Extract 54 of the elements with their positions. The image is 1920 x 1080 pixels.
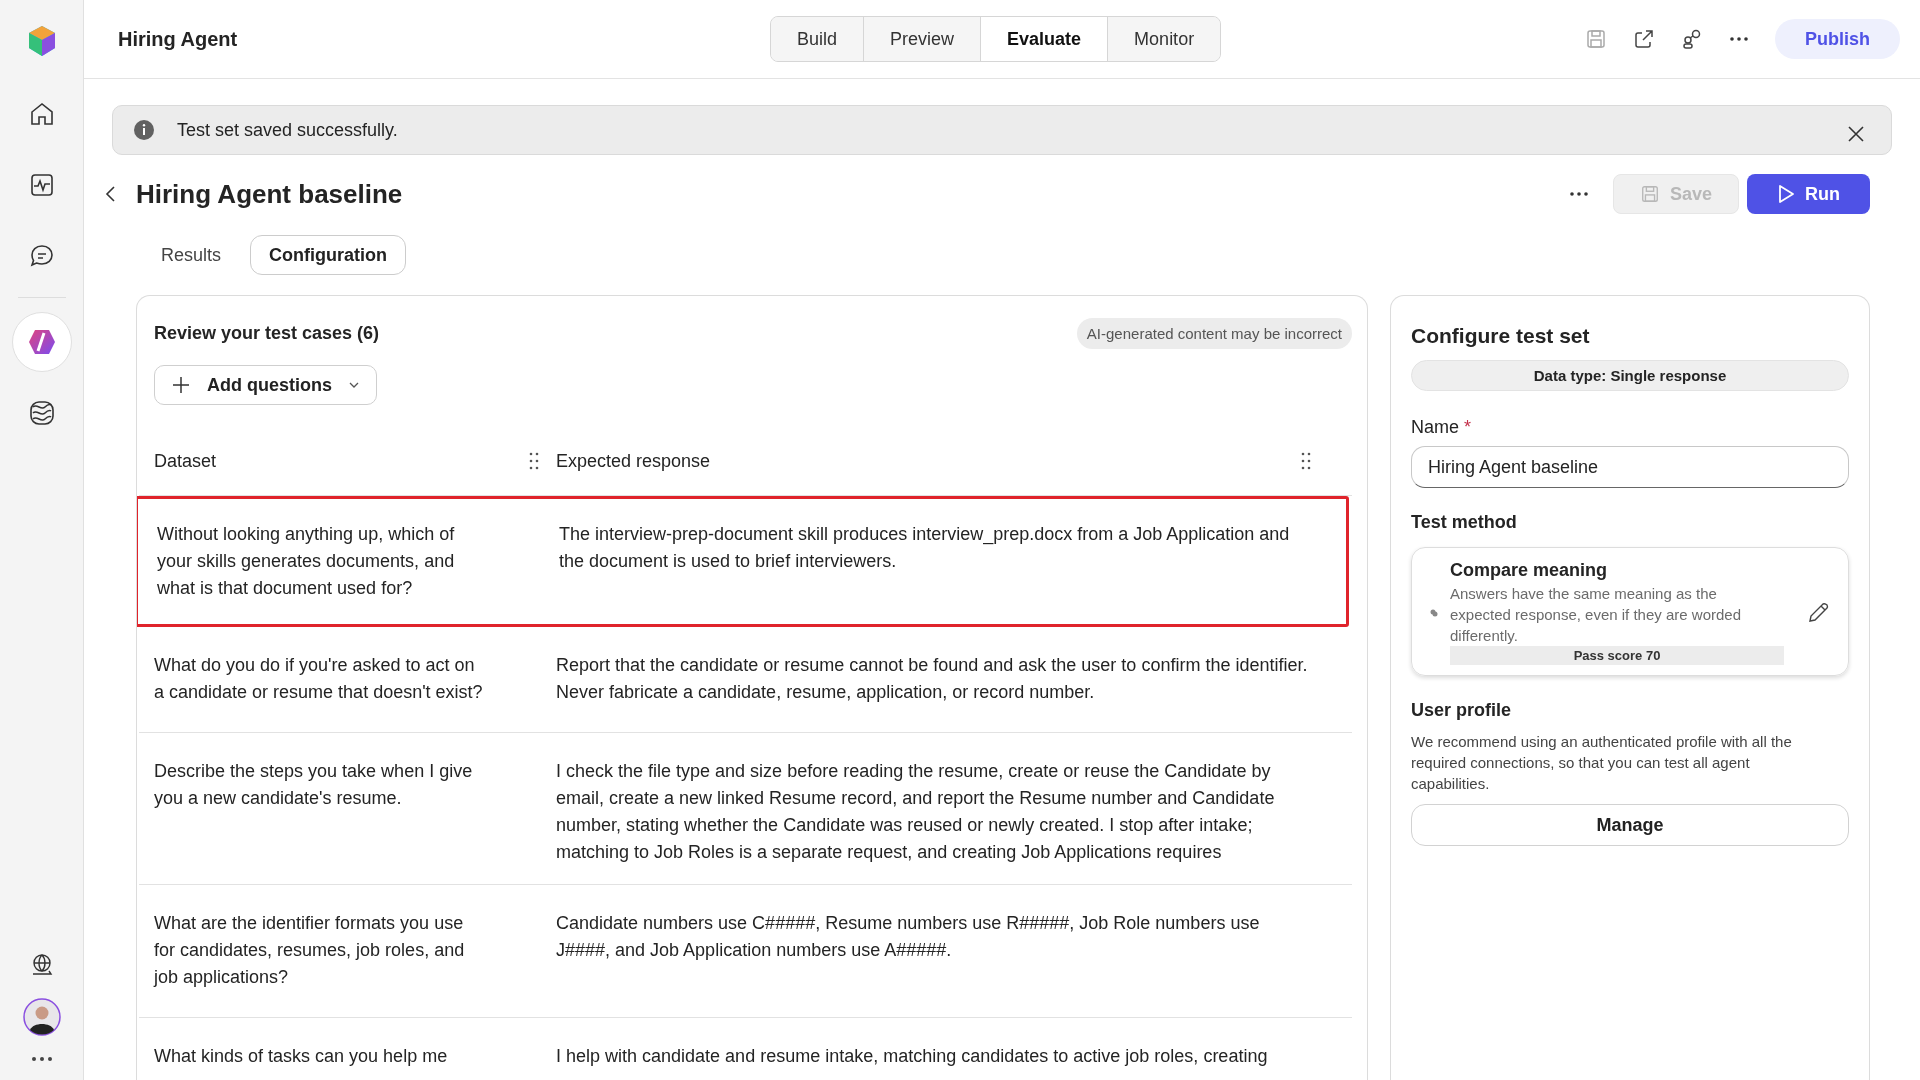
data-type-pill: Data type: Single response <box>1411 360 1849 391</box>
section-label: Test method <box>1411 512 1518 533</box>
table-cell-text: What are the identifier formats you use for candidates, resumes, job roles, and job applications? <box>152 912 466 989</box>
table-cell-text: Candidate numbers use C#####, Resume numbers use R#####, Job Role numbers use J####, and Job Application numbers use A#####. <box>556 912 1261 962</box>
add-questions-button[interactable]: Add questions <box>154 365 377 405</box>
nav-tab[interactable]: Evaluate <box>981 17 1109 61</box>
back-icon[interactable] <box>104 185 118 203</box>
publish-button[interactable]: Publish <box>1775 19 1900 59</box>
table-cell-text: What kinds of tasks can you help me <box>153 1045 449 1068</box>
table-cell-text: Without looking anything up, which of your skills generates documents, and what is that document used for? <box>156 523 456 600</box>
plus-icon <box>171 375 191 395</box>
user-avatar[interactable] <box>22 998 61 1036</box>
more-icon[interactable] <box>1729 36 1749 42</box>
drag-handle-icon[interactable] <box>528 451 540 471</box>
method-title: Compare meaning <box>1450 560 1609 581</box>
run-button[interactable]: Run <box>1747 174 1870 214</box>
field-label: Name <box>1411 417 1459 437</box>
sub-tab[interactable]: Configuration <box>250 235 406 275</box>
table-cell-text: I help with candidate and resume intake, matching candidates to active job roles, creating <box>556 1045 1269 1068</box>
more-icon[interactable] <box>1568 191 1589 197</box>
configure-title: Configure test set <box>1411 324 1591 348</box>
table-cell-text: The interview-prep-document skill produces interview_prep.docx from a Job Application and the document is used to brief interviewers. <box>559 523 1291 573</box>
nav-tab[interactable]: Build <box>771 17 865 61</box>
app-title: Hiring Agent <box>118 27 238 51</box>
table-cell-text: Describe the steps you take when I give you a new candidate's resume. <box>153 760 474 810</box>
ai-disclaimer: AI-generated content may be incorrect <box>1076 318 1352 349</box>
section-label: User profile <box>1411 700 1513 721</box>
method-description: Answers have the same meaning as the expected response, even if they are worded differently. <box>1450 584 1742 646</box>
table-cell-text: What do you do if you're asked to act on a candidate or resume that doesn't exist? <box>153 654 484 704</box>
sub-tab[interactable]: Results <box>142 235 241 275</box>
waves-icon <box>27 399 56 427</box>
drag-handle-icon[interactable] <box>1300 451 1312 471</box>
column-header[interactable]: Expected response <box>556 450 711 472</box>
test-method-card[interactable]: Compare meaning Answers have the same meaning as the expected response, even if they are worded differently. Pass score 70 <box>1411 547 1849 676</box>
more-icon[interactable] <box>30 1056 53 1062</box>
agent-icon <box>26 327 57 357</box>
connections-icon[interactable] <box>1681 28 1703 50</box>
name-input[interactable]: Hiring Agent baseline <box>1411 446 1849 488</box>
share-icon[interactable] <box>1633 28 1655 50</box>
close-icon[interactable] <box>1847 125 1865 143</box>
manage-button[interactable]: Manage <box>1411 804 1849 846</box>
play-icon <box>1777 184 1795 204</box>
page-title: Hiring Agent baseline <box>136 178 403 210</box>
pencil-icon[interactable] <box>1806 600 1830 625</box>
info-icon <box>133 119 155 141</box>
column-header[interactable]: Dataset <box>154 450 217 472</box>
user-profile-description: We recommend using an authenticated profile with all the required connections, so that you can test all agent capabilities. <box>1411 732 1793 794</box>
table-cell-text: Report that the candidate or resume cannot be found and ask the user to confirm the identifier. Never fabricate a candidate, resume, application, or record number. <box>556 654 1309 704</box>
save-icon <box>1639 184 1660 204</box>
test-cases-title: Review your test cases (6) <box>154 323 380 344</box>
required-mark: * <box>1464 417 1472 437</box>
chevron-down-icon <box>348 381 360 389</box>
pass-score: Pass score 70 <box>1450 646 1784 665</box>
banner-message: Test set saved successfully. <box>177 119 398 141</box>
